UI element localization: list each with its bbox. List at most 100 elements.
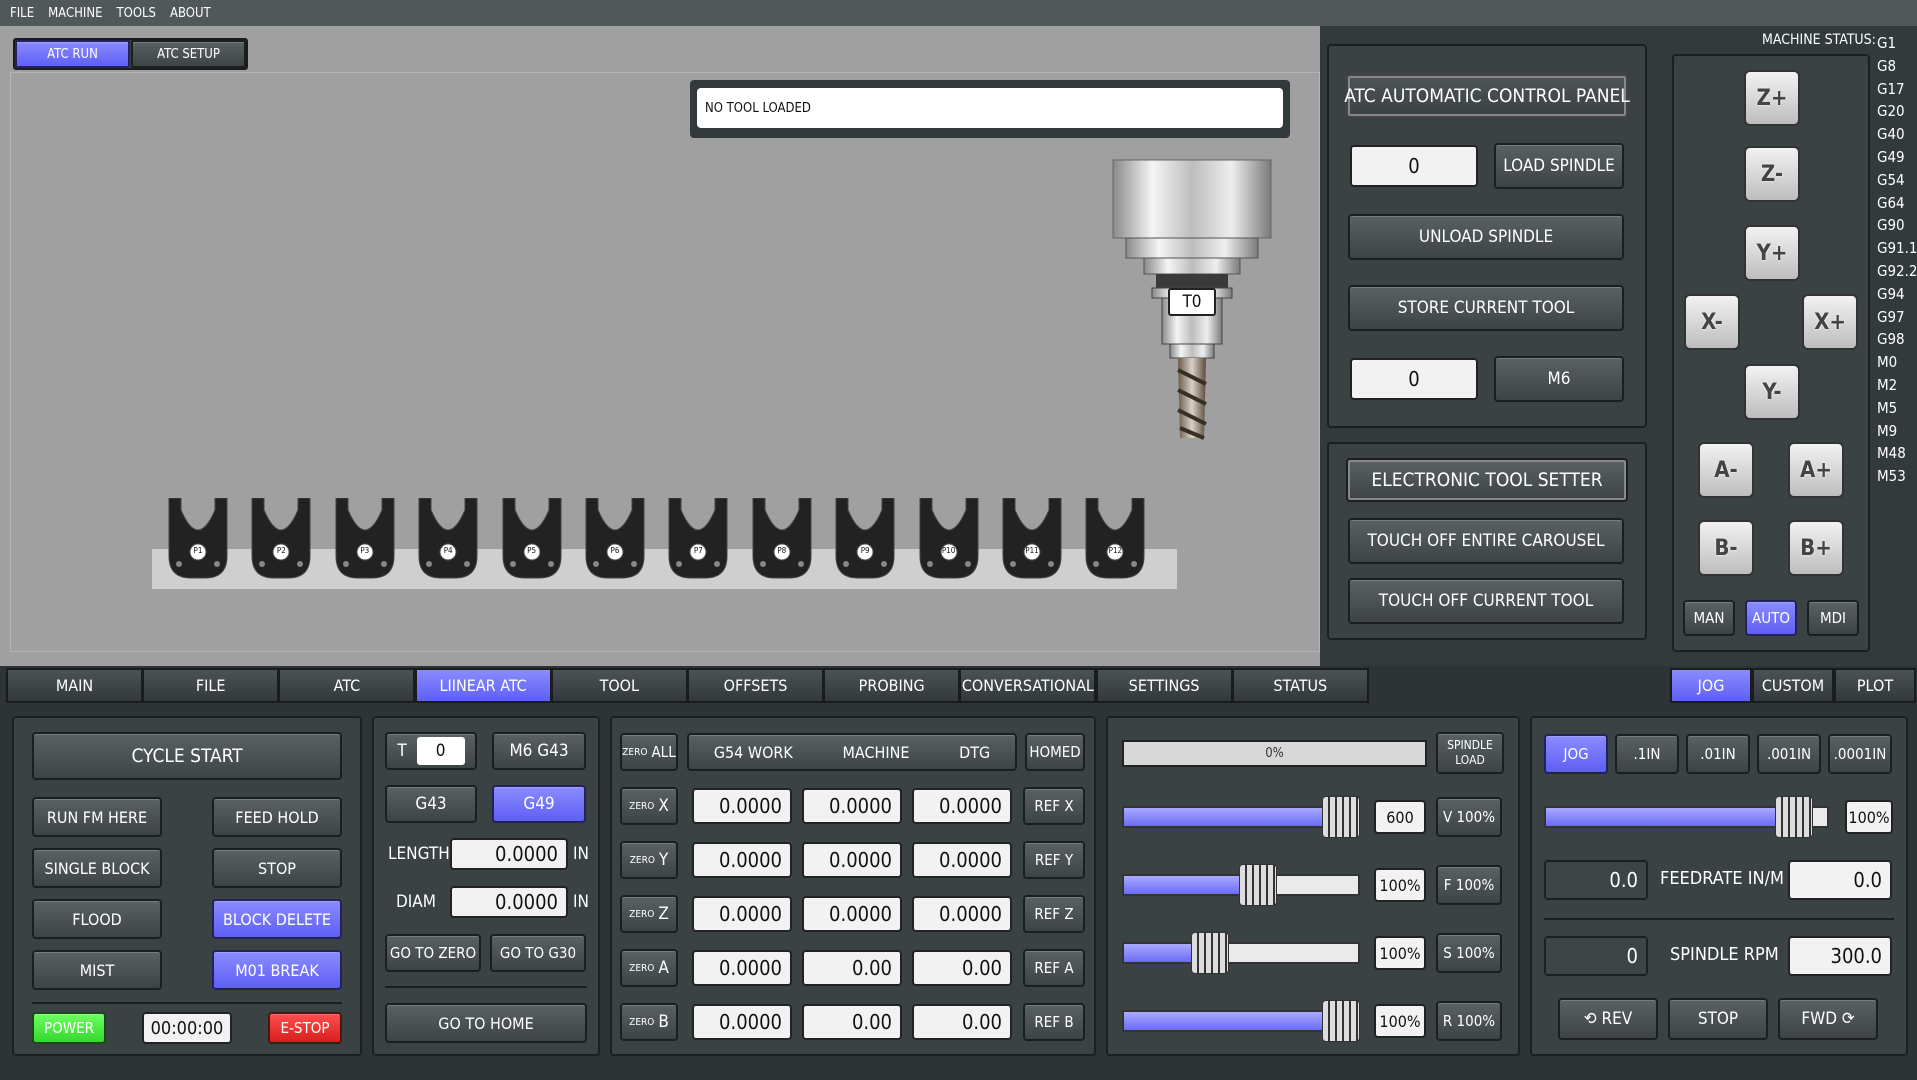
tool-pocket[interactable]: P11 [999,497,1065,580]
override-slider-handle[interactable] [1239,864,1277,906]
jog-y-plus-button[interactable]: Y+ [1744,225,1800,281]
jog-z-plus-button[interactable]: Z+ [1744,70,1800,126]
mode-mdi-button[interactable]: MDI [1807,600,1859,636]
override-reset-button[interactable]: R 100% [1436,1001,1502,1041]
tab-status[interactable]: STATUS [1231,668,1369,703]
ref-x-button[interactable]: REF X [1023,787,1085,825]
spindle-reverse-button[interactable]: ⟲ REV [1558,998,1658,1040]
zero-a-button[interactable]: ZERO A [620,949,678,987]
length-field[interactable]: 0.0000 [450,838,568,870]
run-from-here-button[interactable]: RUN FM HERE [32,797,162,837]
tab-file[interactable]: FILE [142,668,280,703]
tool-t-input[interactable]: 0 [416,737,465,765]
zero-z-button[interactable]: ZERO Z [620,895,678,933]
jog-x-plus-button[interactable]: X+ [1802,294,1858,350]
block-delete-button[interactable]: BLOCK DELETE [212,899,342,939]
flood-button[interactable]: FLOOD [32,899,162,939]
menu-machine[interactable]: MACHINE [48,6,102,21]
tab-jog[interactable]: JOG [1670,668,1752,703]
menu-tools[interactable]: TOOLS [117,6,157,21]
jog-slider-handle[interactable] [1775,796,1813,838]
tool-pocket[interactable]: P8 [749,497,815,580]
tab-custom[interactable]: CUSTOM [1752,668,1834,703]
jog-speed-slider[interactable] [1544,796,1829,838]
g49-button[interactable]: G49 [492,785,586,823]
menu-file[interactable]: FILE [10,6,34,21]
jog-step-button[interactable]: .1IN [1615,734,1679,774]
estop-button[interactable]: E-STOP [268,1012,342,1044]
stop-button[interactable]: STOP [212,848,342,888]
tool-pocket[interactable]: P6 [582,497,648,580]
go-to-zero-button[interactable]: GO TO ZERO [385,934,481,972]
tab-tool[interactable]: TOOL [550,668,688,703]
tab-main[interactable]: MAIN [6,668,143,703]
tab-atc[interactable]: ATC [278,668,416,703]
zero-b-button[interactable]: ZERO B [620,1003,678,1041]
tool-pocket[interactable]: P1 [165,497,231,580]
feedrate-field[interactable]: 0.0 [1788,860,1892,900]
tool-pocket[interactable]: P7 [665,497,731,580]
menu-about[interactable]: ABOUT [170,6,211,21]
unload-spindle-button[interactable]: UNLOAD SPINDLE [1348,214,1624,260]
m6-g43-button[interactable]: M6 G43 [492,732,586,770]
override-slider-handle[interactable] [1191,932,1229,974]
store-current-tool-button[interactable]: STORE CURRENT TOOL [1348,285,1624,331]
spindle-forward-button[interactable]: FWD ⟳ [1778,998,1878,1040]
spindle-stop-button[interactable]: STOP [1668,998,1768,1040]
atc-run-tab[interactable]: ATC RUN [15,40,130,68]
g43-button[interactable]: G43 [385,785,477,823]
tool-pocket[interactable]: P5 [499,497,565,580]
tool-pocket[interactable]: P9 [832,497,898,580]
tool-pocket[interactable]: P2 [248,497,314,580]
override-slider[interactable] [1122,932,1360,974]
touch-off-current-tool-button[interactable]: TOUCH OFF CURRENT TOOL [1348,578,1624,624]
jog-a-plus-button[interactable]: A+ [1788,442,1844,498]
jog-x-minus-button[interactable]: X- [1684,294,1740,350]
override-reset-button[interactable]: F 100% [1436,865,1502,905]
atc-setup-tab[interactable]: ATC SETUP [131,40,246,68]
zero-y-button[interactable]: ZERO Y [620,841,678,879]
ref-y-button[interactable]: REF Y [1023,841,1085,879]
jog-z-minus-button[interactable]: Z- [1744,146,1800,202]
jog-a-minus-button[interactable]: A- [1698,442,1754,498]
dro-work-z[interactable]: 0.0000 [692,896,792,932]
ref-z-button[interactable]: REF Z [1023,895,1085,933]
tool-pocket[interactable]: P3 [332,497,398,580]
tool-pocket[interactable]: P10 [916,497,982,580]
mode-man-button[interactable]: MAN [1683,600,1735,636]
override-slider[interactable] [1122,796,1360,838]
override-slider-handle[interactable] [1322,1000,1360,1042]
jog-step-button[interactable]: .001IN [1757,734,1821,774]
tab-offsets[interactable]: OFFSETS [687,668,824,703]
tab-settings[interactable]: SETTINGS [1095,668,1233,703]
diam-field[interactable]: 0.0000 [450,886,568,918]
tool-number-input[interactable]: 0 [1350,145,1478,187]
touch-off-carousel-button[interactable]: TOUCH OFF ENTIRE CAROUSEL [1348,518,1624,564]
ref-a-button[interactable]: REF A [1023,949,1085,987]
m6-button[interactable]: M6 [1494,356,1624,402]
tool-pocket[interactable]: P12 [1082,497,1148,580]
go-to-g30-button[interactable]: GO TO G30 [490,934,586,972]
tab-plot[interactable]: PLOT [1834,668,1916,703]
single-block-button[interactable]: SINGLE BLOCK [32,848,162,888]
dro-work-x[interactable]: 0.0000 [692,788,792,824]
tab-probing[interactable]: PROBING [823,668,961,703]
power-button[interactable]: POWER [32,1012,106,1044]
jog-step-button[interactable]: .0001IN [1828,734,1892,774]
jog-step-button[interactable]: JOG [1544,734,1608,774]
ref-b-button[interactable]: REF B [1023,1003,1085,1041]
m01-break-button[interactable]: M01 BREAK [212,950,342,990]
zero-x-button[interactable]: ZERO X [620,787,678,825]
mist-button[interactable]: MIST [32,950,162,990]
dro-work-a[interactable]: 0.0000 [692,950,792,986]
feed-hold-button[interactable]: FEED HOLD [212,797,342,837]
load-spindle-button[interactable]: LOAD SPINDLE [1494,143,1624,189]
jog-y-minus-button[interactable]: Y- [1744,364,1800,420]
jog-step-button[interactable]: .01IN [1686,734,1750,774]
jog-b-minus-button[interactable]: B- [1698,520,1754,576]
override-reset-button[interactable]: V 100% [1436,797,1502,837]
override-slider[interactable] [1122,1000,1360,1042]
mode-auto-button[interactable]: AUTO [1745,600,1797,636]
override-reset-button[interactable]: S 100% [1436,933,1502,973]
jog-b-plus-button[interactable]: B+ [1788,520,1844,576]
